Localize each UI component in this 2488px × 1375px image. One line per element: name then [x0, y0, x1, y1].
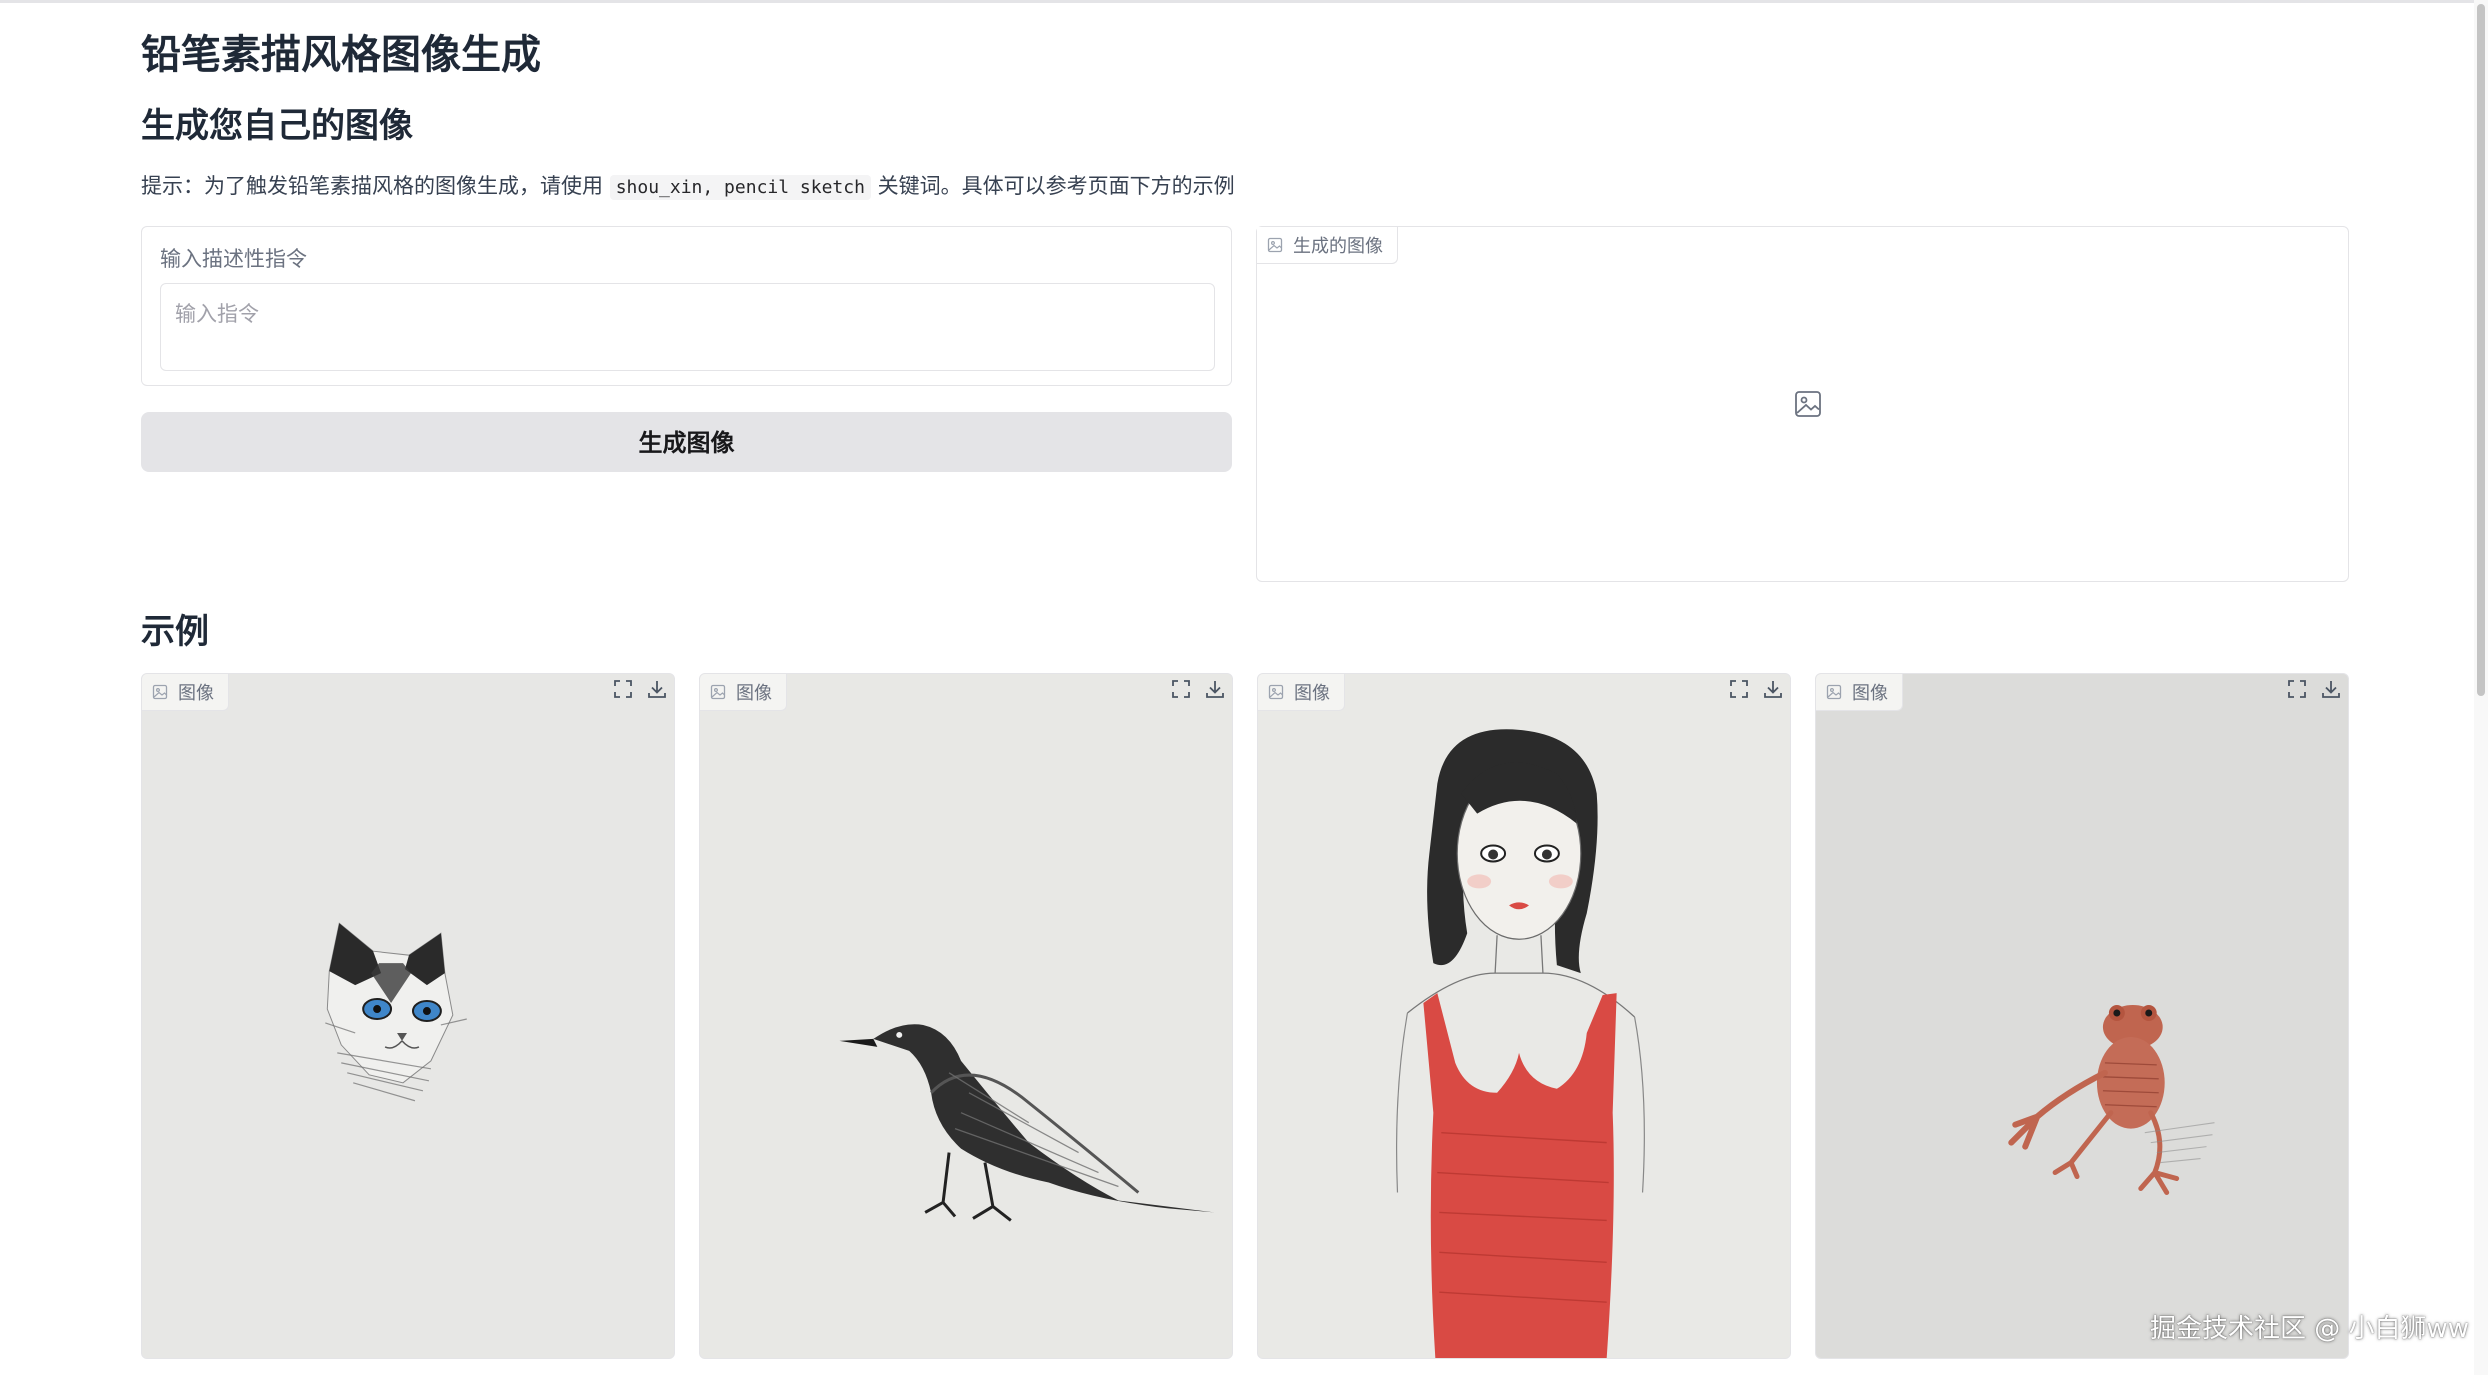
usage-hint: 提示：为了触发铅笔素描风格的图像生成，请使用 shou_xin, pencil … [141, 170, 1235, 200]
example-toolbar [1170, 678, 1226, 700]
image-icon [1826, 684, 1842, 700]
scrollbar-thumb[interactable] [2477, 4, 2485, 696]
page-title: 铅笔素描风格图像生成 [141, 32, 541, 78]
prompt-label: 输入描述性指令 [160, 247, 307, 271]
examples-title: 示例 [141, 612, 209, 652]
example-label-text: 图像 [178, 683, 214, 704]
page-subtitle: 生成您自己的图像 [141, 106, 413, 146]
output-image-label-text: 生成的图像 [1293, 236, 1383, 257]
example-label-3: 图像 [1258, 674, 1345, 711]
example-image-girl [1258, 674, 1790, 1358]
download-icon[interactable] [1762, 678, 1784, 700]
example-label-1: 图像 [142, 674, 229, 711]
hint-prefix: 提示：为了触发铅笔素描风格的图像生成，请使用 [141, 174, 603, 198]
image-icon [710, 684, 726, 700]
example-label-text: 图像 [736, 683, 772, 704]
example-toolbar [1728, 678, 1784, 700]
example-image-frog [1816, 674, 2348, 1358]
hint-suffix: 关键词。具体可以参考页面下方的示例 [877, 174, 1235, 198]
image-icon [1267, 237, 1283, 253]
example-card-crow[interactable]: 图像 [699, 673, 1233, 1359]
fullscreen-icon[interactable] [2286, 678, 2308, 700]
prompt-input[interactable] [160, 283, 1215, 371]
download-icon[interactable] [646, 678, 668, 700]
prompt-panel: 输入描述性指令 [141, 226, 1232, 386]
example-label-4: 图像 [1816, 674, 1903, 711]
page-scrollbar[interactable] [2474, 0, 2488, 1375]
image-icon [152, 684, 168, 700]
image-icon [1268, 684, 1284, 700]
generate-button[interactable]: 生成图像 [141, 412, 1232, 472]
example-card-cat[interactable]: 图像 [141, 673, 675, 1359]
example-image-cat [142, 674, 674, 1358]
download-icon[interactable] [2320, 678, 2342, 700]
watermark: 掘金技术社区 @ 小白狮ww [2150, 1314, 2470, 1344]
example-toolbar [612, 678, 668, 700]
download-icon[interactable] [1204, 678, 1226, 700]
output-image-label: 生成的图像 [1257, 227, 1398, 264]
fullscreen-icon[interactable] [1728, 678, 1750, 700]
hint-keywords: shou_xin, pencil sketch [609, 175, 871, 200]
image-placeholder-icon [1795, 391, 1821, 417]
fullscreen-icon[interactable] [612, 678, 634, 700]
example-label-2: 图像 [700, 674, 787, 711]
example-label-text: 图像 [1294, 683, 1330, 704]
example-label-text: 图像 [1852, 683, 1888, 704]
example-card-girl[interactable]: 图像 [1257, 673, 1791, 1359]
fullscreen-icon[interactable] [1170, 678, 1192, 700]
output-image-panel: 生成的图像 [1256, 226, 2349, 582]
example-toolbar [2286, 678, 2342, 700]
example-image-crow [700, 674, 1232, 1358]
top-border [0, 0, 2488, 3]
example-card-frog[interactable]: 图像 [1815, 673, 2349, 1359]
